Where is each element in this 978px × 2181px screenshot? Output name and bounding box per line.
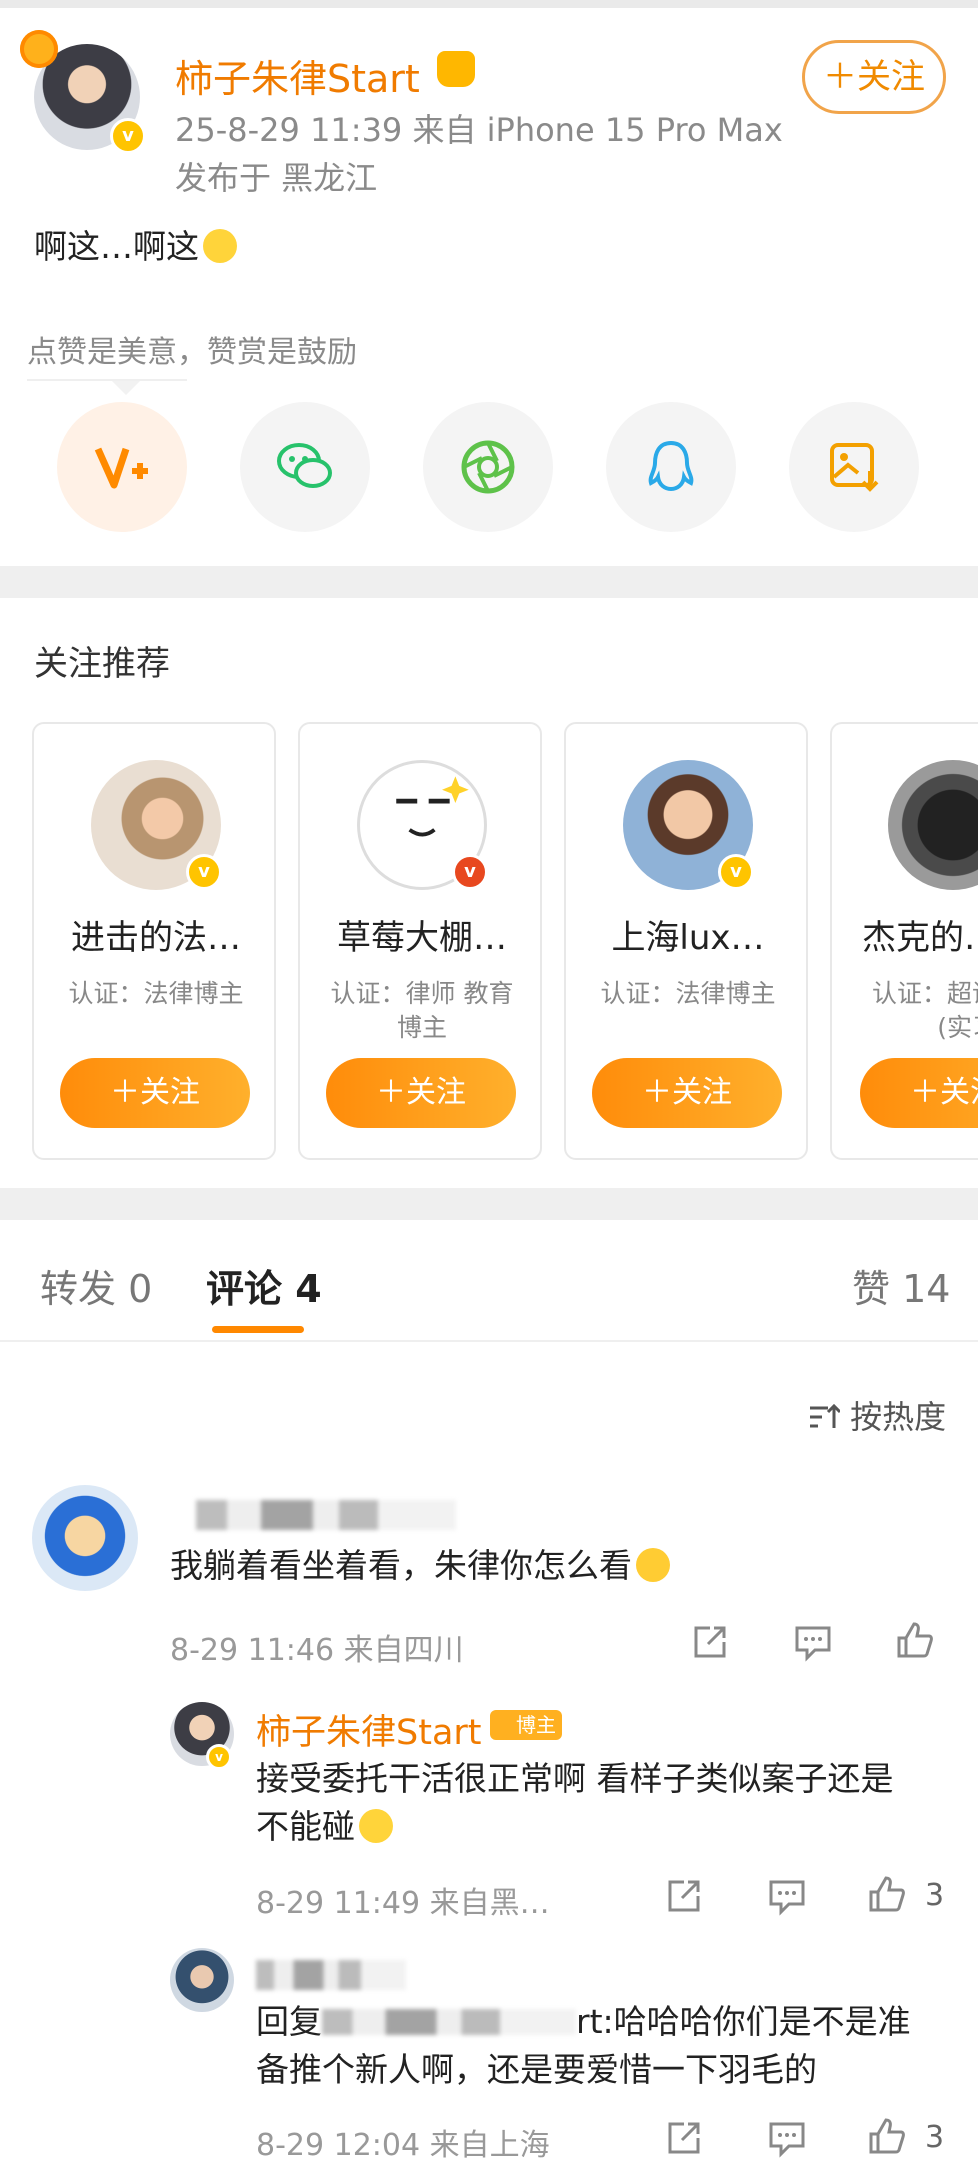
recommend-card[interactable]: v 进击的法… 认证：法律博主 ＋关注 xyxy=(32,722,276,1160)
tab-bar: 转发 0 评论 4 赞 14 xyxy=(0,1222,978,1342)
like-count: 3 xyxy=(925,2120,945,2155)
reward-hint: 点赞是美意，赞赏是鼓励 xyxy=(27,335,357,370)
reply-body: 不能碰 xyxy=(256,1803,393,1851)
section-divider xyxy=(0,1188,978,1220)
vplus-reward-button[interactable] xyxy=(57,402,187,532)
recommend-follow-button[interactable]: ＋关注 xyxy=(60,1058,250,1128)
share-qq-button[interactable] xyxy=(606,402,736,532)
post-time-source: 25-8-29 11:39 来自 iPhone 15 Pro Max xyxy=(175,111,783,149)
reply-author-redacted xyxy=(256,1960,406,1990)
share-moments-button[interactable] xyxy=(423,402,553,532)
active-tab-indicator xyxy=(212,1326,304,1333)
reply-avatar[interactable] xyxy=(170,1948,234,2012)
sort-label: 按热度 xyxy=(850,1398,947,1436)
recommend-desc: 认证：超话主持人 (实习) xyxy=(871,979,978,1042)
lucky-decoration-icon xyxy=(20,30,58,68)
recommend-desc: 认证：法律博主 xyxy=(68,979,244,1008)
commenter-name-redacted xyxy=(196,1500,456,1530)
share-wechat-button[interactable] xyxy=(240,402,370,532)
reply-text-line2: 备推个新人啊，还是要爱惜一下羽毛的 xyxy=(256,2050,817,2089)
reply-text-line2: 不能碰 xyxy=(256,1807,355,1846)
wechat-icon xyxy=(277,443,332,488)
comment-icon[interactable] xyxy=(793,1622,833,1662)
recommend-name: 进击的法… xyxy=(71,918,241,958)
mention-redacted xyxy=(322,2009,576,2035)
like-count: 3 xyxy=(925,1878,945,1913)
sort-toggle[interactable]: 按热度 xyxy=(808,1392,946,1438)
laugh-cry-emoji-icon xyxy=(359,1809,393,1843)
reply-meta: 8-29 12:04 来自上海 xyxy=(256,2128,550,2163)
tab-comments[interactable]: 评论 4 xyxy=(206,1258,322,1313)
qq-icon xyxy=(648,440,694,492)
tab-repost[interactable]: 转发 0 xyxy=(40,1258,152,1313)
reply-author[interactable]: 柿子朱律Start xyxy=(256,1704,482,1755)
post-body: 啊这…啊这 xyxy=(34,220,237,268)
recommend-card[interactable]: v 上海lux… 认证：法律博主 ＋关注 xyxy=(564,722,808,1160)
reply-text-line1: 接受委托干活很正常啊 看样子类似案子还是 xyxy=(256,1759,894,1798)
comment-body: 我躺着看坐着看，朱律你怎么看 xyxy=(170,1542,670,1590)
vip-crown-icon xyxy=(437,51,475,87)
follow-button[interactable]: ＋关注 xyxy=(802,40,946,114)
moments-icon xyxy=(461,440,515,494)
comment-icon[interactable] xyxy=(767,1876,807,1916)
author-name[interactable]: 柿子朱律Start xyxy=(175,48,420,103)
recommend-follow-button[interactable]: ＋关注 xyxy=(592,1058,782,1128)
top-divider xyxy=(0,0,978,8)
hint-pointer-icon xyxy=(112,381,140,395)
recommend-card[interactable]: 杰克的… 认证：超话主持人 (实习) ＋关注 xyxy=(830,722,978,1160)
like-icon[interactable] xyxy=(867,2116,907,2156)
laugh-emoji-icon xyxy=(636,1548,670,1582)
comment-text: 我躺着看坐着看，朱律你怎么看 xyxy=(170,1546,632,1585)
sort-icon xyxy=(810,1403,842,1428)
save-image-button[interactable] xyxy=(789,402,919,532)
reply-prefix: 回复 xyxy=(256,2002,322,2041)
recommend-name: 杰克的… xyxy=(862,918,978,958)
like-icon[interactable] xyxy=(895,1620,935,1660)
laugh-cry-emoji-icon xyxy=(203,229,237,263)
comment-icon[interactable] xyxy=(767,2118,807,2158)
verified-icon: v xyxy=(718,854,754,890)
recommend-avatar[interactable] xyxy=(888,760,978,890)
reply-meta: 8-29 11:49 来自黑… xyxy=(256,1886,550,1921)
repost-icon[interactable] xyxy=(664,1876,704,1916)
blogger-badge: 博主 xyxy=(490,1710,562,1740)
verified-icon: v xyxy=(452,854,488,890)
recommend-desc: 认证：律师 教育博主 xyxy=(330,979,514,1042)
reply-text: rt:哈哈哈你们是不是准 xyxy=(576,2002,911,2041)
repost-icon[interactable] xyxy=(690,1622,730,1662)
post-text: 啊这…啊这 xyxy=(34,227,199,266)
verified-icon: v xyxy=(110,118,146,154)
section-divider xyxy=(0,566,978,598)
recommend-name: 草莓大棚… xyxy=(337,918,507,958)
repost-icon[interactable] xyxy=(664,2118,704,2158)
vplus-icon xyxy=(94,447,148,489)
recommend-card[interactable]: v 草莓大棚… 认证：律师 教育博主 ＋关注 xyxy=(298,722,542,1160)
like-icon[interactable] xyxy=(867,1874,907,1914)
recommend-follow-button[interactable]: ＋关注 xyxy=(860,1058,978,1128)
commenter-avatar[interactable] xyxy=(32,1485,138,1591)
recommend-title: 关注推荐 xyxy=(34,644,170,684)
verified-icon: v xyxy=(206,1744,232,1770)
post-location: 发布于 黑龙江 xyxy=(175,159,378,197)
hint-underline xyxy=(27,379,187,381)
recommend-desc: 认证：法律博主 xyxy=(600,979,776,1008)
verified-icon: v xyxy=(186,854,222,890)
reply-body: 回复 rt:哈哈哈你们是不是准 xyxy=(256,1998,911,2046)
save-image-icon xyxy=(830,443,879,492)
recommend-follow-button[interactable]: ＋关注 xyxy=(326,1058,516,1128)
comment-meta: 8-29 11:46 来自四川 xyxy=(170,1633,464,1668)
recommend-name: 上海lux… xyxy=(611,918,765,958)
tab-likes[interactable]: 赞 14 xyxy=(852,1258,950,1313)
